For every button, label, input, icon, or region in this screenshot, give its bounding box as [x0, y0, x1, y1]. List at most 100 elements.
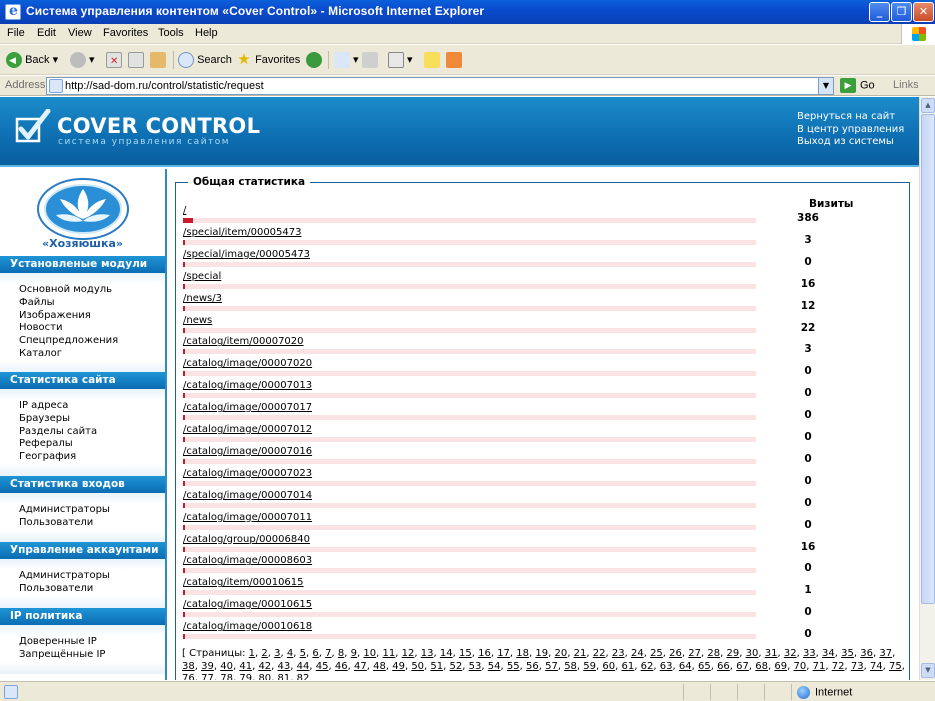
page-link[interactable]: 40 — [220, 661, 233, 672]
scroll-thumb[interactable] — [921, 114, 935, 604]
sidebar-item-news[interactable]: Новости — [0, 322, 165, 335]
path-link[interactable]: /catalog/image/00007017 — [183, 402, 312, 413]
path-link[interactable]: /catalog/group/00006840 — [183, 534, 310, 545]
edit-button[interactable]: ▾ — [388, 50, 413, 70]
page-link[interactable]: 66 — [717, 661, 730, 672]
page-link[interactable]: 35 — [841, 648, 854, 659]
sidebar-item-site-sections[interactable]: Разделы сайта — [0, 426, 165, 439]
mail-button[interactable]: ▾ — [334, 50, 359, 70]
page-link[interactable]: 56 — [526, 661, 539, 672]
page-link[interactable]: 5 — [300, 648, 306, 659]
ie-app-icon[interactable] — [5, 3, 21, 20]
path-link[interactable]: /news — [183, 315, 212, 326]
print-button[interactable] — [362, 50, 378, 70]
page-link[interactable]: 32 — [784, 648, 797, 659]
path-link[interactable]: /catalog/image/00007011 — [183, 512, 312, 523]
path-link[interactable]: /catalog/item/00010615 — [183, 577, 304, 588]
page-link[interactable]: 22 — [593, 648, 606, 659]
page-link[interactable]: 4 — [287, 648, 293, 659]
page-link[interactable]: 55 — [507, 661, 520, 672]
page-link[interactable]: 81 — [278, 673, 291, 680]
page-link[interactable]: 24 — [631, 648, 644, 659]
sidebar-item-admins[interactable]: Администраторы — [0, 504, 165, 517]
path-link[interactable]: /catalog/image/00007016 — [183, 446, 312, 457]
page-link[interactable]: 72 — [832, 661, 845, 672]
page-link[interactable]: 13 — [421, 648, 434, 659]
page-link[interactable]: 47 — [354, 661, 367, 672]
path-link[interactable]: /special — [183, 271, 221, 282]
address-dropdown-arrow-icon[interactable]: ▼ — [818, 78, 833, 94]
sidebar-item-geography[interactable]: География — [0, 451, 165, 464]
page-link[interactable]: 43 — [278, 661, 291, 672]
scroll-down-icon[interactable]: ▼ — [921, 663, 935, 678]
back-button[interactable]: Back ▾ — [6, 50, 58, 70]
page-link[interactable]: 78 — [220, 673, 233, 680]
page-link[interactable]: 25 — [650, 648, 663, 659]
path-link[interactable]: /catalog/image/00007013 — [183, 380, 312, 391]
path-link[interactable]: /catalog/image/00007014 — [183, 490, 312, 501]
page-link[interactable]: 28 — [707, 648, 720, 659]
page-link[interactable]: 54 — [488, 661, 501, 672]
menu-favorites[interactable]: Favorites — [103, 27, 148, 39]
page-link[interactable]: 71 — [813, 661, 826, 672]
sidebar-item-users[interactable]: Пользователи — [0, 517, 165, 530]
path-link[interactable]: /special/image/00005473 — [183, 249, 310, 260]
page-link[interactable]: 41 — [239, 661, 252, 672]
scroll-up-icon[interactable]: ▲ — [921, 98, 935, 113]
path-link[interactable]: / — [183, 205, 186, 216]
page-link[interactable]: 19 — [535, 648, 548, 659]
page-link[interactable]: 26 — [669, 648, 682, 659]
page-link[interactable]: 59 — [583, 661, 596, 672]
sidebar-item-main-module[interactable]: Основной модуль — [0, 284, 165, 297]
page-link[interactable]: 31 — [765, 648, 778, 659]
path-link[interactable]: /catalog/image/00007012 — [183, 424, 312, 435]
page-link[interactable]: 21 — [574, 648, 587, 659]
page-link[interactable]: 57 — [545, 661, 558, 672]
page-link[interactable]: 10 — [363, 648, 376, 659]
sidebar-item-browsers[interactable]: Браузеры — [0, 413, 165, 426]
page-link[interactable]: 34 — [822, 648, 835, 659]
page-link[interactable]: 65 — [698, 661, 711, 672]
menu-file[interactable]: File — [7, 27, 25, 39]
page-link[interactable]: 27 — [688, 648, 701, 659]
forward-button[interactable]: ▾ — [70, 50, 95, 70]
page-link[interactable]: 6 — [312, 648, 318, 659]
path-link[interactable]: /catalog/image/00007020 — [183, 358, 312, 369]
sidebar-item-images[interactable]: Изображения — [0, 310, 165, 323]
page-link[interactable]: 23 — [612, 648, 625, 659]
vertical-scrollbar[interactable]: ▲ ▼ — [919, 97, 935, 680]
page-link[interactable]: 12 — [402, 648, 415, 659]
page-link[interactable]: 7 — [325, 648, 331, 659]
page-link[interactable]: 9 — [351, 648, 357, 659]
page-link[interactable]: 52 — [450, 661, 463, 672]
page-link[interactable]: 73 — [851, 661, 864, 672]
close-button[interactable]: ✕ — [913, 2, 934, 22]
page-link[interactable]: 76 — [182, 673, 195, 680]
page-link[interactable]: 17 — [497, 648, 510, 659]
sidebar-item-referrals[interactable]: Рефералы — [0, 438, 165, 451]
menu-view[interactable]: View — [68, 27, 92, 39]
maximize-button[interactable]: ❐ — [891, 2, 912, 22]
stop-button[interactable] — [106, 50, 122, 72]
page-link[interactable]: 2 — [261, 648, 267, 659]
page-link[interactable]: 30 — [746, 648, 759, 659]
messenger-button[interactable] — [446, 50, 462, 70]
sidebar-item-special-offers[interactable]: Спецпредложения — [0, 335, 165, 348]
refresh-button[interactable] — [128, 50, 144, 70]
menu-tools[interactable]: Tools — [158, 27, 184, 39]
media-button[interactable] — [306, 50, 322, 70]
page-link[interactable]: 3 — [274, 648, 280, 659]
page-link[interactable]: 8 — [338, 648, 344, 659]
page-link[interactable]: 67 — [736, 661, 749, 672]
page-link[interactable]: 37 — [879, 648, 892, 659]
page-link[interactable]: 51 — [430, 661, 443, 672]
path-link[interactable]: /catalog/image/00010618 — [183, 621, 312, 632]
page-link[interactable]: 68 — [755, 661, 768, 672]
sidebar-item-users[interactable]: Пользователи — [0, 583, 165, 596]
path-link[interactable]: /catalog/image/00010615 — [183, 599, 312, 610]
page-link[interactable]: 15 — [459, 648, 472, 659]
discuss-button[interactable] — [424, 50, 440, 70]
page-link[interactable]: 45 — [316, 661, 329, 672]
page-link[interactable]: 11 — [383, 648, 396, 659]
page-link[interactable]: 29 — [727, 648, 740, 659]
